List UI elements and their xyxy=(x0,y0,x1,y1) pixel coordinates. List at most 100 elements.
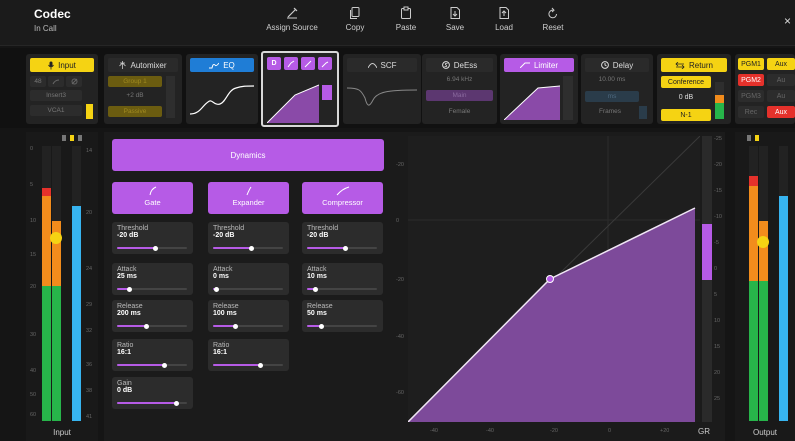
expander-attack-control[interactable]: Attack 0 ms xyxy=(208,263,289,295)
gate-curve-icon xyxy=(149,186,156,196)
dynamics-tab[interactable]: D xyxy=(267,57,281,70)
aux1-button[interactable]: Aux xyxy=(767,58,795,70)
gate-threshold-control[interactable]: Threshold -20 dB xyxy=(112,222,193,254)
compressor-threshold-control[interactable]: Threshold -20 dB xyxy=(302,222,383,254)
pgm3-button[interactable]: PGM3 xyxy=(738,90,764,102)
reset-button[interactable]: Reset xyxy=(525,6,581,42)
slider-track[interactable] xyxy=(307,286,377,292)
gr-label: GR xyxy=(698,427,710,436)
expander-tab[interactable] xyxy=(301,57,315,70)
scale-label: 41 xyxy=(86,414,93,420)
aux2-button[interactable]: Au xyxy=(767,74,795,86)
deess-mode[interactable]: Main xyxy=(426,90,493,101)
gr-scale-label: 5 xyxy=(714,292,718,298)
compressor-tab[interactable] xyxy=(318,57,332,70)
slider-track[interactable] xyxy=(117,400,187,406)
expander-button[interactable]: Expander xyxy=(208,182,289,214)
automixer-header[interactable]: Automixer xyxy=(108,58,178,72)
insert-slot[interactable]: Insert3 xyxy=(30,90,82,101)
copy-button[interactable]: Copy xyxy=(327,6,383,42)
pgm2-button[interactable]: PGM2 xyxy=(738,74,764,86)
compressor-release-control[interactable]: Release 50 ms xyxy=(302,300,383,332)
slider-track[interactable] xyxy=(213,245,283,251)
deess-header[interactable]: DeEss xyxy=(426,58,493,72)
scf-header[interactable]: SCF xyxy=(347,58,417,72)
compressor-attack-control[interactable]: Attack 10 ms xyxy=(302,263,383,295)
gate-curve-icon xyxy=(287,60,295,67)
polarity-toggle[interactable] xyxy=(66,76,82,87)
slider-track[interactable] xyxy=(117,286,187,292)
slider-track[interactable] xyxy=(213,323,283,329)
scale-label: 20 xyxy=(86,210,93,216)
scf-module[interactable]: SCF xyxy=(343,54,421,124)
limiter-module[interactable]: Limiter xyxy=(500,54,578,124)
save-button[interactable]: Save xyxy=(427,6,483,42)
dynamics-toggle-button[interactable]: Dynamics xyxy=(112,139,384,171)
transfer-curve-graph[interactable] xyxy=(408,136,700,422)
delay-module[interactable]: Delay 10.00 ms ms Frames xyxy=(581,54,653,124)
routing-module[interactable]: PGM1 Aux PGM2 Au PGM3 Au Rec Aux xyxy=(735,54,795,124)
load-button[interactable]: Load xyxy=(476,6,532,42)
gate-button[interactable]: Gate xyxy=(112,182,193,214)
input-fader-knob[interactable] xyxy=(50,232,62,244)
gate-release-control[interactable]: Release 200 ms xyxy=(112,300,193,332)
expander-ratio-control[interactable]: Ratio 16:1 xyxy=(208,339,289,371)
slider-thumb xyxy=(232,323,238,329)
return-module[interactable]: Return Conference 0 dB N-1 xyxy=(657,54,731,124)
return-header[interactable]: Return xyxy=(661,58,727,72)
slider-thumb xyxy=(312,286,318,292)
vca-slot[interactable]: VCA1 xyxy=(30,105,82,116)
compressor-curve-icon xyxy=(336,186,349,196)
close-button[interactable]: × xyxy=(784,14,791,28)
automixer-module[interactable]: Automixer Group 1 +2 dB Passive xyxy=(104,54,182,124)
output-fader-knob[interactable] xyxy=(757,236,769,248)
slider-track[interactable] xyxy=(117,362,187,368)
input-module-header[interactable]: Input xyxy=(30,58,94,72)
return-mix[interactable]: N-1 xyxy=(661,109,711,121)
delay-indicator xyxy=(639,106,647,119)
gate-gain-control[interactable]: Gain 0 dB xyxy=(112,377,193,409)
paste-button[interactable]: Paste xyxy=(378,6,434,42)
gr-scale-label: -5 xyxy=(714,240,719,246)
delay-unit[interactable]: ms xyxy=(585,91,639,102)
slider-track[interactable] xyxy=(307,245,377,251)
threshold-handle[interactable] xyxy=(546,275,554,283)
phantom-48-toggle[interactable]: 48 xyxy=(30,76,46,87)
aux4-button[interactable]: Aux xyxy=(767,106,795,118)
assign-source-button[interactable]: Assign Source xyxy=(264,6,320,42)
slider-track[interactable] xyxy=(117,323,187,329)
slider-track[interactable] xyxy=(213,362,283,368)
gate-ratio-control[interactable]: Ratio 16:1 xyxy=(112,339,193,371)
scale-label: 60 xyxy=(30,412,37,418)
gate-tab[interactable] xyxy=(284,57,298,70)
dynamics-module[interactable]: D xyxy=(261,51,339,127)
signal-led xyxy=(755,135,759,141)
eq-module[interactable]: EQ xyxy=(186,54,258,124)
automix-mode[interactable]: Passive xyxy=(108,106,162,117)
input-module[interactable]: Input 48 Insert3 VCA1 xyxy=(26,54,98,124)
y-axis-label: -40 xyxy=(396,334,404,340)
deess-module[interactable]: DeEss 6.94 kHz Main Female xyxy=(422,54,497,124)
limiter-header[interactable]: Limiter xyxy=(504,58,574,72)
slider-track[interactable] xyxy=(213,286,283,292)
compressor-button[interactable]: Compressor xyxy=(302,182,383,214)
slider-track[interactable] xyxy=(117,245,187,251)
gain-reduction-meter xyxy=(702,136,712,422)
clip-led xyxy=(62,135,66,141)
slider-track[interactable] xyxy=(307,323,377,329)
pgm1-button[interactable]: PGM1 xyxy=(738,58,764,70)
automix-gain: +2 dB xyxy=(126,92,144,99)
transfer-curve-panel: -20 0 -20 -40 -60 -40 -40 -20 0 +20 -25 … xyxy=(390,132,725,441)
expander-threshold-control[interactable]: Threshold -20 dB xyxy=(208,222,289,254)
expander-release-control[interactable]: Release 100 ms xyxy=(208,300,289,332)
input-meter-right xyxy=(52,146,61,421)
eq-curve-icon xyxy=(209,62,220,68)
delay-header[interactable]: Delay xyxy=(585,58,649,72)
gate-attack-control[interactable]: Attack 25 ms xyxy=(112,263,193,295)
hpf-toggle[interactable] xyxy=(48,76,64,87)
eq-header[interactable]: EQ xyxy=(190,58,254,72)
automix-group[interactable]: Group 1 xyxy=(108,76,162,87)
return-source[interactable]: Conference xyxy=(661,76,711,88)
aux3-button[interactable]: Au xyxy=(767,90,795,102)
rec-button[interactable]: Rec xyxy=(738,106,764,118)
